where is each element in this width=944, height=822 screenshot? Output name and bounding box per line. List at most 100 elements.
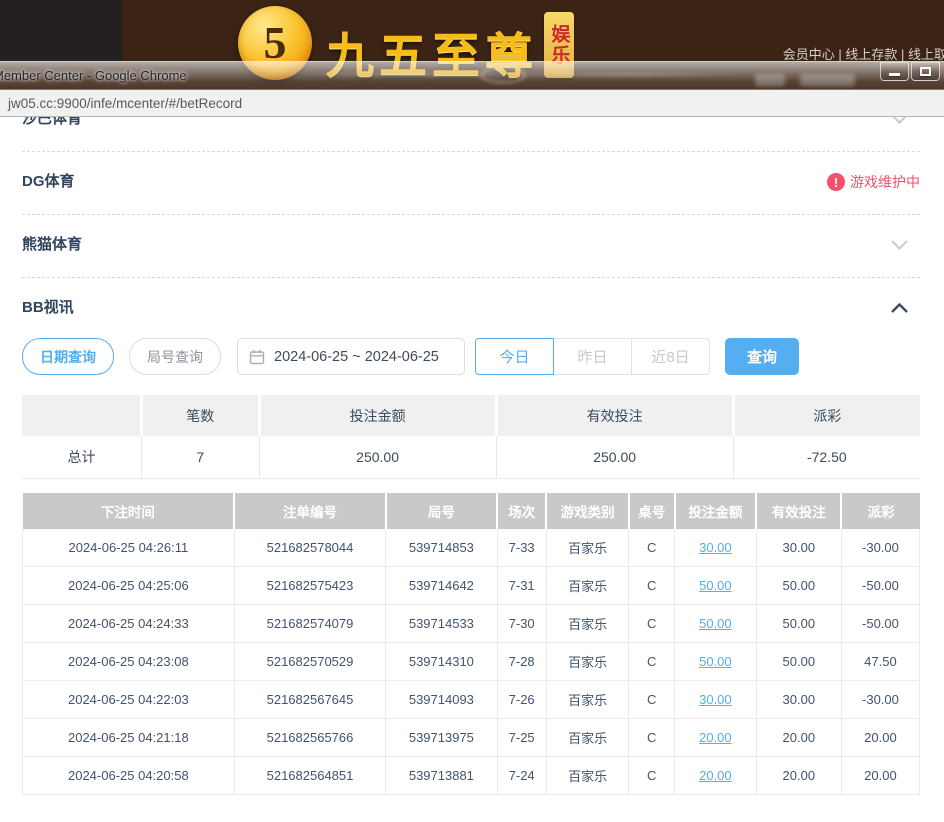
cell-session: 7-31	[497, 567, 546, 605]
cell-game-type: 百家乐	[546, 757, 629, 795]
cell-payout: -50.00	[841, 605, 919, 643]
cell-session: 7-33	[497, 529, 546, 567]
summary-total-valid: 250.00	[496, 436, 733, 478]
cell-payout: 47.50	[841, 643, 919, 681]
cell-round-no: 539713881	[386, 757, 497, 795]
cell-payout: 20.00	[841, 719, 919, 757]
cell-bet-time: 2024-06-25 04:26:11	[23, 529, 235, 567]
cell-bet-no: 521682574079	[234, 605, 386, 643]
cell-table-no: C	[629, 529, 675, 567]
cell-bet-amount: 30.00	[675, 681, 757, 719]
section-bb-video[interactable]: BB视讯	[22, 278, 920, 318]
cell-round-no: 539714853	[386, 529, 497, 567]
quick-yesterday-button[interactable]: 昨日	[553, 338, 632, 375]
cell-game-type: 百家乐	[546, 719, 629, 757]
window-title: Member Center - Google Chrome	[0, 62, 187, 83]
summary-header-valid: 有效投注	[496, 395, 733, 436]
col-game-type: 游戏类别	[546, 493, 629, 529]
table-row: 2024-06-25 04:24:33 521682574079 5397145…	[23, 605, 920, 643]
browser-titlebar[interactable]: Member Center - Google Chrome	[0, 61, 944, 90]
bet-record-table: 下注时间 注单编号 局号 场次 游戏类别 桌号 投注金额 有效投注 派彩 202…	[22, 493, 920, 796]
table-row: 2024-06-25 04:23:08 521682570529 5397143…	[23, 643, 920, 681]
page-content: 沙巴体育 DG体育 ! 游戏维护中 熊猫体育 BB视讯 日期查询 局号	[0, 117, 944, 821]
cell-bet-no: 521682564851	[234, 757, 386, 795]
section-shaba-sports[interactable]: 沙巴体育	[22, 117, 920, 152]
quick-last8days-button[interactable]: 近8日	[631, 338, 710, 375]
bet-amount-link[interactable]: 20.00	[699, 768, 732, 783]
date-range-picker[interactable]: 2024-06-25 ~ 2024-06-25	[237, 338, 465, 375]
bet-amount-link[interactable]: 20.00	[699, 730, 732, 745]
cell-round-no: 539714533	[386, 605, 497, 643]
bet-amount-link[interactable]: 30.00	[699, 540, 732, 555]
cell-game-type: 百家乐	[546, 567, 629, 605]
cell-valid-bet: 30.00	[756, 529, 841, 567]
summary-total-count: 7	[141, 436, 259, 478]
cell-valid-bet: 50.00	[756, 567, 841, 605]
bet-amount-link[interactable]: 50.00	[699, 654, 732, 669]
browser-window: Member Center - Google Chrome jw05.cc:99…	[0, 61, 944, 822]
cell-game-type: 百家乐	[546, 529, 629, 567]
col-valid-bet: 有效投注	[756, 493, 841, 529]
cell-bet-amount: 30.00	[675, 529, 757, 567]
maintenance-badge: ! 游戏维护中	[827, 172, 920, 192]
quick-range-group: 今日 昨日 近8日	[475, 338, 710, 375]
cell-payout: -30.00	[841, 681, 919, 719]
quick-today-button[interactable]: 今日	[475, 338, 554, 375]
cell-round-no: 539714310	[386, 643, 497, 681]
browser-url-bar[interactable]: jw05.cc:9900/infe/mcenter/#/betRecord	[0, 90, 944, 117]
section-label: 熊猫体育	[22, 235, 82, 255]
cell-round-no: 539713975	[386, 719, 497, 757]
bet-amount-link[interactable]: 50.00	[699, 578, 732, 593]
url-text: jw05.cc:9900/infe/mcenter/#/betRecord	[8, 96, 242, 111]
calendar-icon	[249, 349, 265, 365]
cell-bet-time: 2024-06-25 04:25:06	[23, 567, 235, 605]
cell-bet-amount: 20.00	[675, 757, 757, 795]
summary-total-label: 总计	[22, 436, 141, 478]
col-bet-amount: 投注金额	[675, 493, 757, 529]
cell-bet-time: 2024-06-25 04:23:08	[23, 643, 235, 681]
cell-bet-no: 521682565766	[234, 719, 386, 757]
brand-badge-label: 娱乐	[546, 24, 573, 66]
cell-bet-time: 2024-06-25 04:24:33	[23, 605, 235, 643]
cell-bet-time: 2024-06-25 04:22:03	[23, 681, 235, 719]
bet-amount-link[interactable]: 50.00	[699, 616, 732, 631]
cell-table-no: C	[629, 719, 675, 757]
col-session: 场次	[497, 493, 546, 529]
tab-round-query[interactable]: 局号查询	[129, 338, 221, 375]
cell-bet-time: 2024-06-25 04:20:58	[23, 757, 235, 795]
cell-session: 7-28	[497, 643, 546, 681]
bet-amount-link[interactable]: 30.00	[699, 692, 732, 707]
cell-session: 7-26	[497, 681, 546, 719]
cell-table-no: C	[629, 567, 675, 605]
chevron-down-icon	[891, 117, 908, 124]
cell-table-no: C	[629, 643, 675, 681]
cell-game-type: 百家乐	[546, 605, 629, 643]
cell-table-no: C	[629, 681, 675, 719]
cell-round-no: 539714093	[386, 681, 497, 719]
maintenance-text: 游戏维护中	[850, 172, 920, 192]
minimize-button[interactable]	[880, 62, 909, 81]
col-payout: 派彩	[841, 493, 919, 529]
col-bet-time: 下注时间	[23, 493, 235, 529]
summary-header-count: 笔数	[141, 395, 259, 436]
table-row: 2024-06-25 04:26:11 521682578044 5397148…	[23, 529, 920, 567]
table-row: 2024-06-25 04:25:06 521682575423 5397146…	[23, 567, 920, 605]
window-controls	[880, 62, 940, 81]
screen: 5 九五至尊 娱乐 会员中心 | 线上存款 | 线上取款 Member Cent…	[0, 0, 944, 822]
summary-header-payout: 派彩	[733, 395, 920, 436]
cell-bet-no: 521682575423	[234, 567, 386, 605]
cell-valid-bet: 20.00	[756, 719, 841, 757]
section-panda-sports[interactable]: 熊猫体育	[22, 215, 920, 278]
cell-session: 7-25	[497, 719, 546, 757]
chevron-up-icon	[891, 303, 908, 313]
summary-total-bet: 250.00	[259, 436, 496, 478]
cell-bet-amount: 50.00	[675, 567, 757, 605]
cell-game-type: 百家乐	[546, 643, 629, 681]
bet-table-body: 2024-06-25 04:26:11 521682578044 5397148…	[23, 529, 920, 795]
minimize-icon	[889, 73, 900, 76]
section-dg-sports[interactable]: DG体育 ! 游戏维护中	[22, 152, 920, 215]
cell-payout: -30.00	[841, 529, 919, 567]
tab-date-query[interactable]: 日期查询	[22, 338, 114, 375]
search-button[interactable]: 查询	[725, 338, 799, 375]
maximize-button[interactable]	[911, 62, 940, 81]
